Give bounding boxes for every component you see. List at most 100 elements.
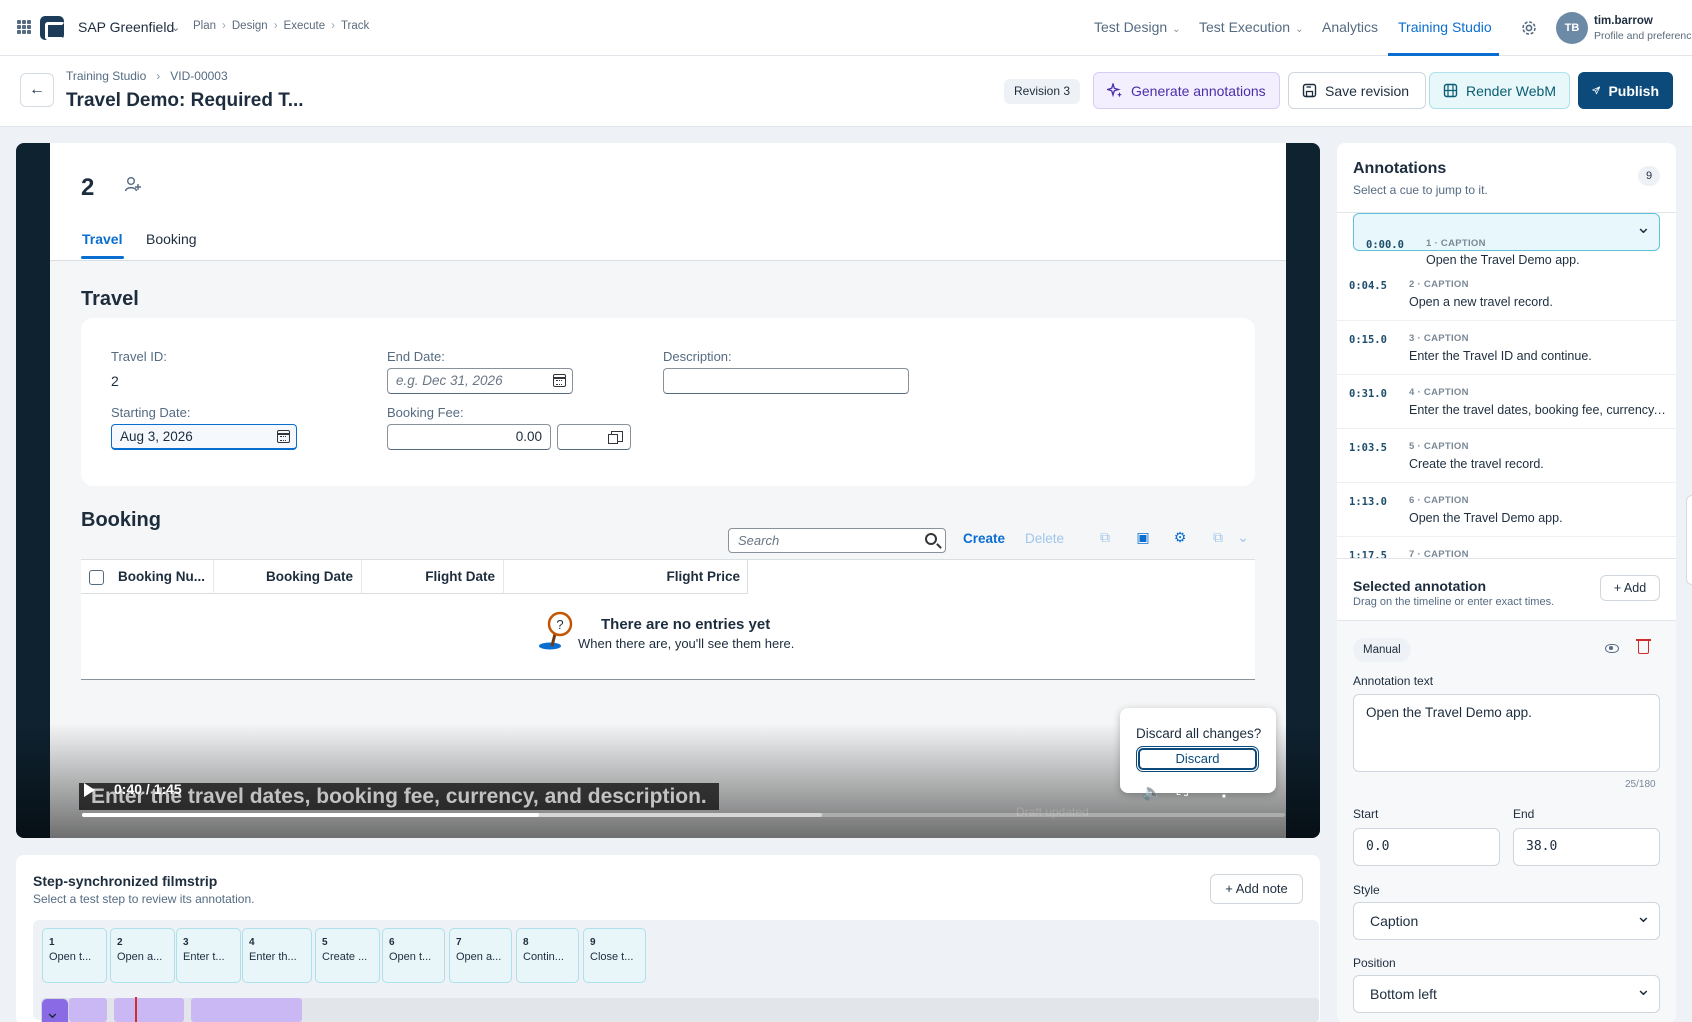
- end-date-label: End Date:: [387, 349, 445, 364]
- avatar[interactable]: TB: [1556, 12, 1588, 44]
- chevron-down-icon: ⌄: [1237, 529, 1249, 545]
- filmstrip-step[interactable]: 3 Enter t...: [176, 928, 241, 983]
- cue-item[interactable]: 0:31.0 4 · CAPTION Enter the travel dates,…: [1337, 375, 1676, 429]
- currency-field: [557, 424, 631, 450]
- step-number: 9: [590, 937, 596, 948]
- publish-button[interactable]: Publish: [1578, 72, 1673, 109]
- description-field: [663, 368, 909, 394]
- sparkle-icon: [1107, 82, 1122, 97]
- filmstrip-step[interactable]: 4 Enter th...: [242, 928, 312, 983]
- filmstrip-step[interactable]: 7 Open a...: [449, 928, 512, 983]
- timeline-segment[interactable]: [69, 998, 107, 1022]
- timeline-segment[interactable]: [114, 998, 184, 1022]
- panel-resize-handle[interactable]: [1686, 495, 1692, 585]
- annotation-timeline[interactable]: [41, 994, 1319, 1022]
- cue-list[interactable]: 0:00.0 1 · CAPTION Open the Travel Demo ap…: [1337, 212, 1676, 558]
- timeline-segment[interactable]: [191, 998, 302, 1022]
- cue-item[interactable]: 0:04.5 2 · CAPTION Open a new travel recor…: [1337, 267, 1676, 321]
- user-name[interactable]: tim.barrow: [1594, 15, 1653, 27]
- cue-time: 1:13.0: [1349, 496, 1387, 508]
- cue-item[interactable]: 0:15.0 3 · CAPTION Enter the Travel ID and…: [1337, 321, 1676, 375]
- video-time: 0:40 / 1:45: [114, 781, 182, 797]
- character-counter: 25/180: [1625, 779, 1656, 790]
- breadcrumb-design[interactable]: Design: [232, 20, 268, 32]
- timeline-playhead[interactable]: [135, 997, 137, 1022]
- travel-form-card: Travel ID: 2 End Date: e.g. Dec 31, 2026…: [81, 318, 1255, 486]
- selected-annotation-title: Selected annotation: [1353, 578, 1487, 594]
- page-header: ← Training Studio › VID-00003 Travel Dem…: [0, 56, 1692, 127]
- annotation-text-label: Annotation text: [1353, 674, 1434, 688]
- add-annotation-button[interactable]: + Add: [1600, 575, 1660, 601]
- nav-label: Test Execution: [1199, 19, 1291, 35]
- nav-label: Analytics: [1322, 19, 1379, 35]
- generate-annotations-button[interactable]: Generate annotations: [1093, 72, 1280, 109]
- save-icon: [1302, 83, 1317, 98]
- plus-icon: +: [1613, 581, 1624, 595]
- video-progress-bar[interactable]: [82, 813, 1285, 817]
- trash-icon[interactable]: [1636, 639, 1651, 654]
- cue-item[interactable]: 1:13.0 6 · CAPTION Open the Travel Demo ap…: [1337, 483, 1676, 537]
- volume-icon[interactable]: 🔈: [1142, 782, 1162, 802]
- play-icon[interactable]: [84, 783, 95, 797]
- style-select[interactable]: Caption: [1353, 898, 1660, 940]
- annotations-subtitle: Select a cue to jump to it.: [1353, 183, 1488, 197]
- timeline-segment[interactable]: [41, 994, 69, 1022]
- cue-kind: 7 · CAPTION: [1409, 549, 1469, 558]
- breadcrumb-track[interactable]: Track: [341, 20, 369, 32]
- render-webm-button[interactable]: Render WebM: [1429, 72, 1570, 109]
- step-text: Open t...: [389, 951, 432, 963]
- filmstrip-step[interactable]: 1 Open t...: [42, 928, 107, 983]
- nav-test-design[interactable]: Test Design ⌄: [1094, 19, 1181, 35]
- step-number: 6: [389, 937, 395, 948]
- step-number: 2: [117, 937, 123, 948]
- cue-item[interactable]: 1:17.5 7 · CAPTION: [1337, 537, 1676, 558]
- section-title-booking: Booking: [81, 509, 161, 531]
- filmstrip-step[interactable]: 9 Close t...: [583, 928, 646, 983]
- video-player[interactable]: 2 Travel Booking Travel Travel ID: 2 End…: [16, 143, 1320, 838]
- more-options-icon[interactable]: ⋮: [1216, 782, 1232, 802]
- cue-kind: 2 · CAPTION: [1409, 279, 1469, 290]
- start-time-input[interactable]: 0.0: [1353, 828, 1500, 866]
- cue-time: 0:04.5: [1349, 280, 1387, 292]
- booking-fee-label: Booking Fee:: [387, 405, 464, 420]
- start-label: Start: [1353, 807, 1379, 821]
- nav-analytics[interactable]: Analytics: [1322, 19, 1378, 35]
- popover-text: Discard all changes?: [1136, 726, 1262, 741]
- filmstrip-panel: Step-synchronized filmstrip Select a tes…: [16, 855, 1320, 1022]
- step-text: Close t...: [590, 951, 634, 963]
- annotation-text-field[interactable]: Open the Travel Demo app.: [1353, 694, 1660, 772]
- breadcrumb-separator: ›: [273, 20, 278, 32]
- chevron-down-icon[interactable]: ⌄: [171, 21, 180, 34]
- filmstrip-step[interactable]: 5 Create ...: [315, 928, 380, 983]
- description-label: Description:: [663, 349, 732, 364]
- app-tab-travel: Travel: [82, 231, 123, 247]
- fullscreen-icon[interactable]: ⛶: [1177, 782, 1188, 800]
- filmstrip-step[interactable]: 2 Open a...: [110, 928, 175, 983]
- eye-icon[interactable]: [1605, 644, 1619, 653]
- cue-time: 0:00.0: [1366, 239, 1404, 251]
- nav-test-execution[interactable]: Test Execution ⌄: [1199, 19, 1303, 35]
- end-time-input[interactable]: 38.0: [1513, 828, 1660, 866]
- cue-text: Enter the travel dates, booking fee, cur…: [1409, 403, 1667, 417]
- filmstrip-step[interactable]: 8 Contin...: [516, 928, 579, 983]
- save-revision-button[interactable]: Save revision: [1288, 72, 1426, 109]
- travel-id-label: Travel ID:: [111, 349, 167, 364]
- lifecycle-breadcrumb: Plan › Design › Execute › Track: [193, 20, 369, 32]
- breadcrumb-plan[interactable]: Plan: [193, 20, 216, 32]
- system-name[interactable]: SAP Greenfield: [78, 19, 174, 35]
- app-launcher-icon[interactable]: [17, 20, 31, 34]
- add-note-button[interactable]: + Add note: [1210, 874, 1303, 904]
- arrow-left-icon: ←: [29, 81, 45, 98]
- back-button[interactable]: ←: [20, 73, 54, 107]
- cue-item[interactable]: 0:00.0 1 · CAPTION Open the Travel Demo ap…: [1353, 213, 1660, 267]
- position-select[interactable]: Bottom left: [1353, 971, 1660, 1013]
- cue-kind: 4 · CAPTION: [1409, 387, 1469, 398]
- gear-icon[interactable]: [1519, 18, 1539, 38]
- cue-item[interactable]: 1:03.5 5 · CAPTION Create the travel recor…: [1337, 429, 1676, 483]
- breadcrumb-execute[interactable]: Execute: [284, 20, 326, 32]
- nav-training-studio[interactable]: Training Studio: [1398, 19, 1492, 35]
- step-text: Enter th...: [249, 951, 297, 963]
- breadcrumb-training-studio[interactable]: Training Studio: [66, 69, 146, 83]
- filmstrip-step[interactable]: 6 Open t...: [382, 928, 445, 983]
- product-logo[interactable]: [40, 16, 65, 40]
